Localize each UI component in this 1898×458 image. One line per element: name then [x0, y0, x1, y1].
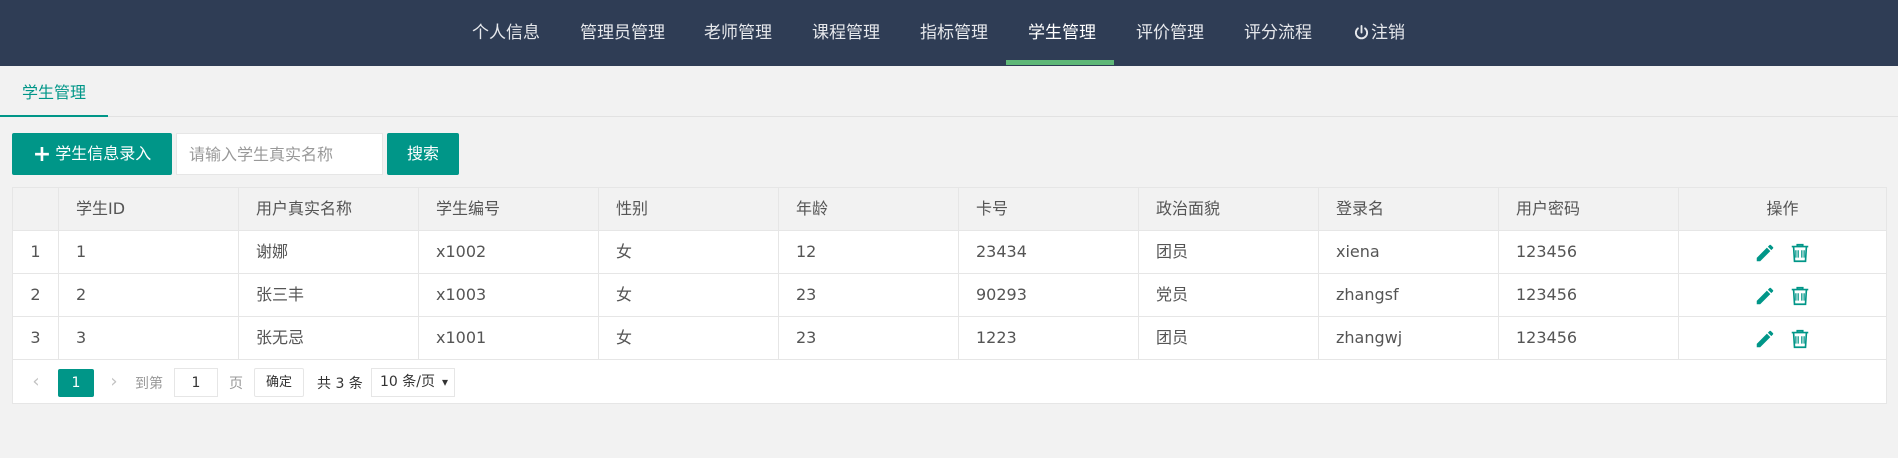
cell-political-status: 团员	[1139, 231, 1319, 273]
cell-actions	[1679, 231, 1886, 273]
pagination: ‹ 1 › 到第 页 确定 共 3 条 10 条/页 ▾	[13, 361, 1886, 404]
header-card-number: 卡号	[959, 188, 1139, 230]
cell-student-id: 1	[59, 231, 239, 273]
chevron-down-icon: ▾	[441, 375, 448, 389]
header-actions: 操作	[1766, 199, 1799, 218]
cell-political-status: 党员	[1139, 274, 1319, 316]
prev-page-button[interactable]: ‹	[27, 373, 45, 391]
cell-student-id: 3	[59, 317, 239, 359]
tab-bar: 学生管理	[0, 72, 1898, 117]
add-student-button[interactable]: + 学生信息录入	[12, 133, 172, 175]
header-gender: 性别	[599, 188, 779, 230]
total-count: 共 3 条	[317, 376, 363, 392]
nav-item-logout[interactable]: 注销	[1354, 0, 1405, 66]
pencil-icon[interactable]	[1754, 285, 1776, 307]
header-student-id: 学生ID	[59, 188, 239, 230]
header-political-status: 政治面貌	[1139, 188, 1319, 230]
cell-login-name: zhangsf	[1319, 274, 1499, 316]
cell-card-number: 1223	[959, 317, 1139, 359]
header-index	[13, 188, 59, 230]
cell-password: 123456	[1499, 317, 1679, 359]
cell-gender: 女	[599, 231, 779, 273]
page-size-value: 10 条/页	[380, 374, 435, 390]
nav-item-course-management[interactable]: 课程管理	[812, 0, 880, 66]
cell-actions	[1679, 274, 1886, 316]
cell-real-name: 张三丰	[239, 274, 419, 316]
cell-age: 23	[779, 274, 959, 316]
logout-label: 注销	[1371, 23, 1405, 43]
cell-login-name: xiena	[1319, 231, 1499, 273]
student-name-search-input[interactable]	[176, 133, 383, 175]
row-index: 3	[13, 317, 59, 359]
table-header-row: 学生ID 用户真实名称 学生编号 性别 年龄 卡号 政治面貌 登录名 用户密码 …	[13, 188, 1886, 231]
cell-real-name: 谢娜	[239, 231, 419, 273]
cell-password: 123456	[1499, 274, 1679, 316]
cell-student-number: x1002	[419, 231, 599, 273]
header-real-name: 用户真实名称	[239, 188, 419, 230]
nav-item-profile[interactable]: 个人信息	[472, 0, 540, 66]
next-page-button[interactable]: ›	[105, 373, 123, 391]
cell-political-status: 团员	[1139, 317, 1319, 359]
cell-student-id: 2	[59, 274, 239, 316]
top-navbar: 个人信息 管理员管理 老师管理 课程管理 指标管理 学生管理 评价管理 评分流程…	[0, 0, 1898, 66]
nav-item-scoring-process[interactable]: 评分流程	[1244, 0, 1312, 66]
nav-item-evaluation-management[interactable]: 评价管理	[1136, 0, 1204, 66]
cell-card-number: 90293	[959, 274, 1139, 316]
row-index: 2	[13, 274, 59, 316]
table-row: 2 2 张三丰 x1003 女 23 90293 党员 zhangsf 1234…	[13, 274, 1886, 317]
trash-icon[interactable]	[1789, 328, 1811, 350]
goto-label: 到第	[135, 376, 163, 392]
trash-icon[interactable]	[1789, 285, 1811, 307]
page-size-select[interactable]: 10 条/页 ▾	[371, 368, 455, 397]
nav-item-student-management[interactable]: 学生管理	[1028, 0, 1096, 66]
pencil-icon[interactable]	[1754, 328, 1776, 350]
cell-actions	[1679, 317, 1886, 359]
cell-real-name: 张无忌	[239, 317, 419, 359]
plus-icon: +	[32, 142, 52, 167]
goto-page-input[interactable]	[174, 368, 218, 397]
search-button[interactable]: 搜索	[387, 133, 459, 175]
add-student-label: 学生信息录入	[55, 144, 152, 163]
power-icon	[1355, 25, 1368, 40]
trash-icon[interactable]	[1789, 242, 1811, 264]
table-row: 1 1 谢娜 x1002 女 12 23434 团员 xiena 123456	[13, 231, 1886, 274]
active-tab-indicator	[0, 115, 108, 117]
goto-confirm-button[interactable]: 确定	[254, 368, 304, 397]
cell-age: 23	[779, 317, 959, 359]
student-table: 学生ID 用户真实名称 学生编号 性别 年龄 卡号 政治面貌 登录名 用户密码 …	[12, 187, 1887, 404]
tab-student-management[interactable]: 学生管理	[0, 72, 108, 117]
header-age: 年龄	[779, 188, 959, 230]
cell-age: 12	[779, 231, 959, 273]
current-page-button[interactable]: 1	[58, 369, 94, 397]
cell-login-name: zhangwj	[1319, 317, 1499, 359]
cell-card-number: 23434	[959, 231, 1139, 273]
header-password: 用户密码	[1499, 188, 1679, 230]
page-unit-label: 页	[229, 376, 243, 392]
row-index: 1	[13, 231, 59, 273]
cell-student-number: x1003	[419, 274, 599, 316]
header-login-name: 登录名	[1319, 188, 1499, 230]
cell-student-number: x1001	[419, 317, 599, 359]
cell-gender: 女	[599, 317, 779, 359]
header-student-number: 学生编号	[419, 188, 599, 230]
active-nav-indicator	[1006, 60, 1114, 65]
nav-item-admin-management[interactable]: 管理员管理	[580, 0, 665, 66]
cell-password: 123456	[1499, 231, 1679, 273]
nav-item-teacher-management[interactable]: 老师管理	[704, 0, 772, 66]
table-row: 3 3 张无忌 x1001 女 23 1223 团员 zhangwj 12345…	[13, 317, 1886, 360]
nav-item-indicator-management[interactable]: 指标管理	[920, 0, 988, 66]
pencil-icon[interactable]	[1754, 242, 1776, 264]
cell-gender: 女	[599, 274, 779, 316]
